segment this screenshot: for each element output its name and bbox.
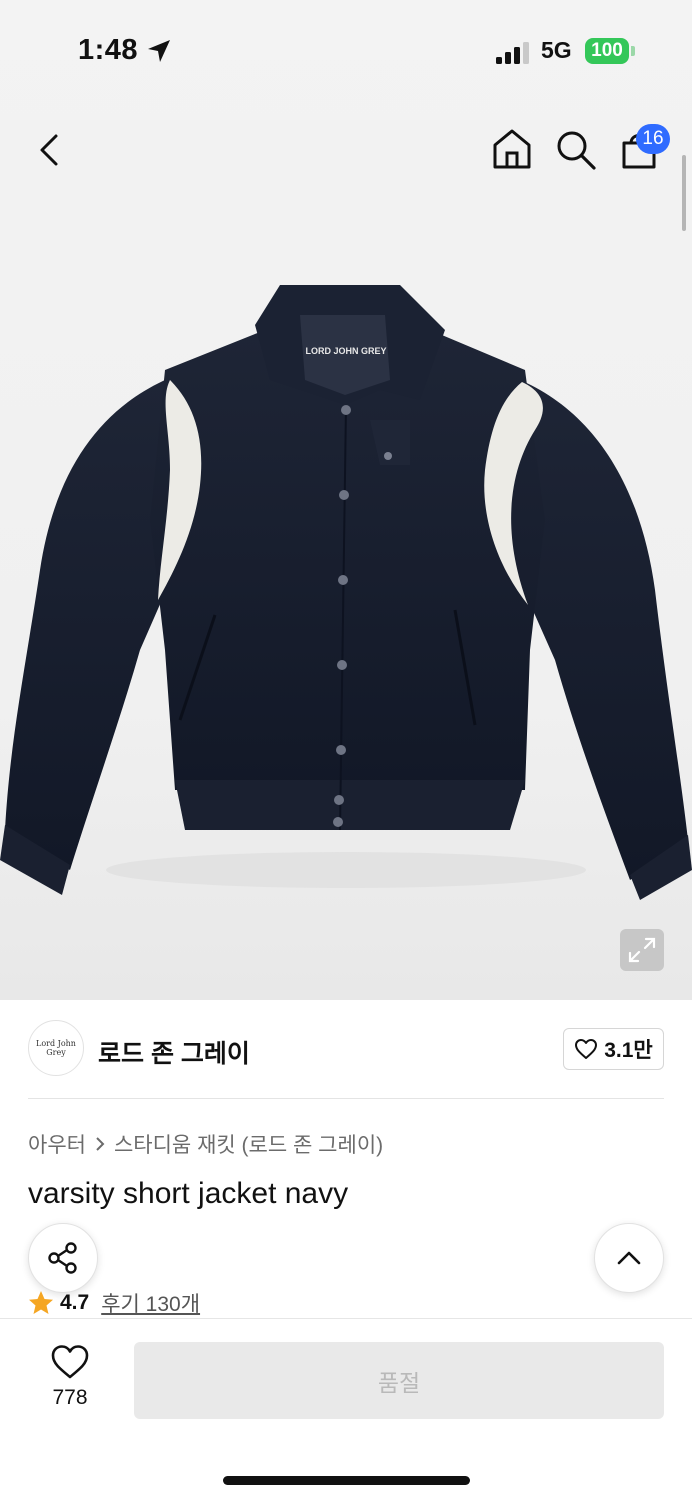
divider [28, 1098, 664, 1099]
brand-like-button[interactable]: 3.1만 [563, 1028, 664, 1070]
breadcrumb-subcategory[interactable]: 스타디움 재킷 (로드 존 그레이) [114, 1129, 383, 1159]
heart-icon [575, 1039, 598, 1059]
brand-name[interactable]: 로드 존 그레이 [98, 1034, 250, 1070]
signal-icon [496, 42, 529, 64]
search-icon[interactable] [554, 128, 598, 172]
review-link[interactable]: 후기 130개 [101, 1288, 200, 1318]
cart-count-badge: 16 [636, 124, 670, 154]
location-arrow-icon [148, 40, 170, 62]
breadcrumb-category[interactable]: 아우터 [28, 1129, 86, 1159]
network-type: 5G [541, 37, 572, 63]
brand-like-count: 3.1만 [604, 1039, 653, 1062]
product-label: LORD JOHN GREY [305, 346, 386, 356]
rating-row: 4.7 후기 130개 [28, 1288, 200, 1318]
star-icon [29, 1291, 53, 1314]
product-title: varsity short jacket navy [28, 1177, 349, 1210]
product-jacket-image: LORD JOHN GREY [0, 285, 692, 900]
share-icon [48, 1242, 77, 1274]
heart-icon[interactable] [50, 1344, 90, 1380]
expand-image-button[interactable] [620, 929, 664, 971]
rating-value: 4.7 [60, 1291, 90, 1314]
brand-logo[interactable]: Lord John Grey [28, 1020, 84, 1076]
chevron-right-icon [96, 1137, 105, 1151]
scrollbar[interactable] [682, 155, 686, 231]
chevron-left-icon[interactable] [30, 128, 70, 172]
chevron-up-icon [617, 1251, 641, 1265]
home-indicator [223, 1476, 470, 1485]
breadcrumb: 아우터 스타디움 재킷 (로드 존 그레이) [28, 1129, 383, 1159]
battery-tip [631, 46, 635, 56]
sold-out-button[interactable]: 품절 [134, 1342, 664, 1419]
scroll-top-button[interactable] [594, 1223, 664, 1293]
expand-icon [628, 937, 656, 963]
status-time: 1:48 [78, 34, 139, 66]
wish-count: 778 [52, 1386, 88, 1409]
share-button[interactable] [28, 1223, 98, 1293]
battery-indicator: 100 [585, 38, 629, 64]
home-icon[interactable] [490, 127, 534, 171]
